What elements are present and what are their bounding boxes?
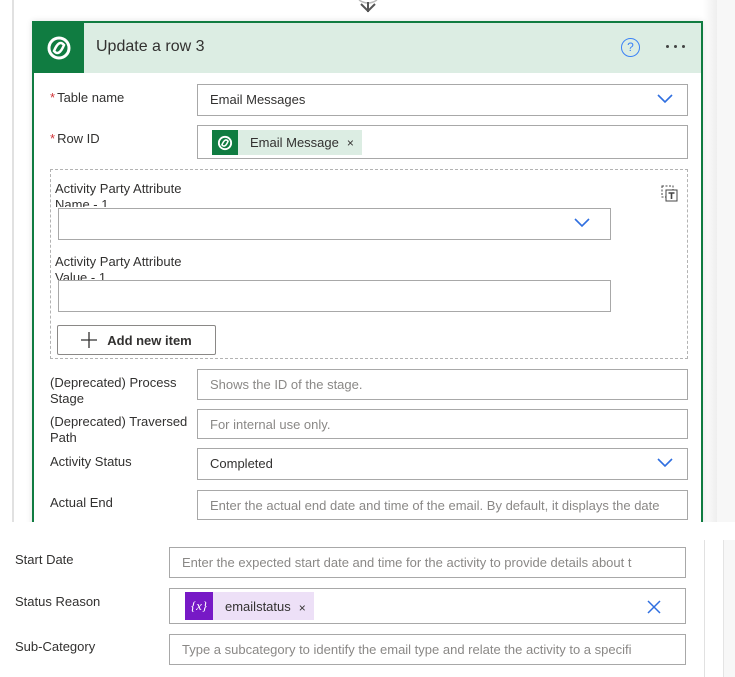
attr-value-input[interactable] (58, 280, 611, 312)
sub-category-input[interactable]: Type a subcategory to identify the email… (169, 634, 686, 665)
traversed-path-label: (Deprecated) Traversed Path (50, 414, 188, 445)
attr-value-label: Activity Party Attribute Value - 1 (55, 254, 182, 280)
left-rail (12, 0, 14, 522)
help-icon[interactable]: ? (621, 38, 640, 57)
add-new-item-button[interactable]: Add new item (57, 325, 216, 355)
sub-category-label: Sub-Category (15, 639, 96, 654)
row-id-label: * Row ID (50, 131, 100, 146)
dataverse-icon (212, 130, 238, 155)
attr-name-dropdown[interactable] (58, 208, 611, 240)
start-date-input[interactable]: Enter the expected start date and time f… (169, 547, 686, 578)
chevron-down-icon (574, 218, 590, 228)
switch-to-text-mode-icon[interactable] (661, 184, 679, 202)
process-stage-input[interactable]: Shows the ID of the stage. (197, 369, 688, 400)
more-options-icon[interactable] (666, 45, 685, 48)
attr-name-label: Activity Party Attribute Name - 1 (55, 181, 182, 207)
remove-token-icon[interactable]: × (299, 590, 314, 623)
chevron-down-icon (657, 94, 673, 104)
status-reason-label: Status Reason (15, 594, 101, 609)
dataverse-icon (34, 23, 84, 73)
actual-end-input[interactable]: Enter the actual end date and time of th… (197, 490, 688, 520)
process-stage-label: (Deprecated) Process Stage (50, 375, 177, 406)
start-date-label: Start Date (15, 552, 74, 567)
table-name-label: * Table name (50, 90, 125, 105)
variable-icon: {x} (185, 592, 213, 620)
card-header[interactable]: Update a row 3 ? (34, 23, 701, 73)
status-reason-input[interactable]: {x} emailstatus × (169, 588, 686, 624)
traversed-path-input[interactable]: For internal use only. (197, 409, 688, 439)
row-id-input[interactable]: Email Message × (197, 125, 688, 159)
lower-panel: Start Date Enter the expected start date… (0, 522, 735, 677)
action-card: Update a row 3 ? * Table name Email Messa… (32, 21, 703, 522)
status-reason-token[interactable]: {x} emailstatus × (185, 592, 314, 620)
clear-icon[interactable] (647, 600, 661, 614)
chevron-down-icon (657, 458, 673, 468)
right-rail (723, 540, 735, 677)
remove-token-icon[interactable]: × (347, 128, 362, 158)
activity-status-label: Activity Status (50, 454, 132, 469)
row-id-token[interactable]: Email Message × (212, 130, 362, 155)
card-title[interactable]: Update a row 3 (96, 38, 205, 56)
activity-status-dropdown[interactable]: Completed (197, 448, 688, 480)
divider (704, 540, 705, 677)
table-name-dropdown[interactable]: Email Messages (197, 84, 688, 116)
upper-panel: Update a row 3 ? * Table name Email Messa… (0, 0, 735, 522)
plus-icon (81, 332, 98, 348)
actual-end-label: Actual End (50, 495, 113, 510)
right-rail (703, 0, 735, 522)
connector-arrow-icon (358, 0, 378, 13)
